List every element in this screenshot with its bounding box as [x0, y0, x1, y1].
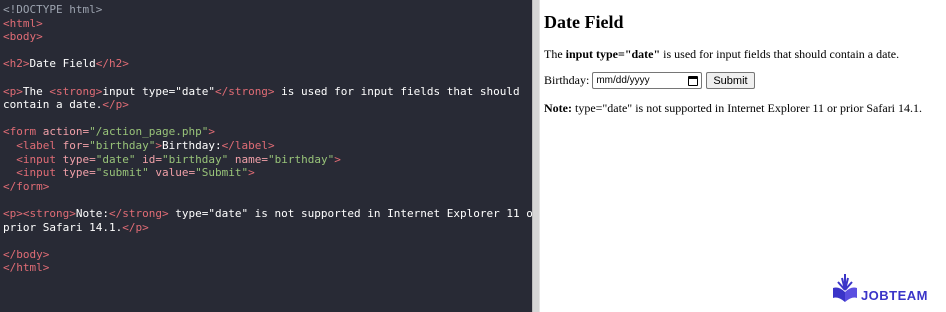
- code-line: </html>: [3, 261, 532, 275]
- preview-heading: Date Field: [544, 12, 624, 32]
- code-token: Note:: [75, 206, 109, 220]
- code-line: <p>The <strong>input type="date"</strong…: [3, 85, 532, 99]
- date-placeholder: mm/dd/yyyy: [596, 75, 650, 86]
- book-logo-icon: [832, 274, 857, 302]
- code-token: >: [208, 125, 215, 139]
- code-token: "Submit": [195, 166, 249, 180]
- note-paragraph: Note: type="date" is not supported in In…: [544, 101, 946, 116]
- code-line: contain a date.</p>: [3, 98, 532, 112]
- code-token: <!DOCTYPE html>: [3, 3, 103, 16]
- code-line: <input type="submit" value="Submit">: [3, 166, 532, 180]
- code-token: "submit": [95, 166, 149, 180]
- code-token: </form>: [3, 179, 50, 193]
- note-strong: Note:: [544, 101, 572, 115]
- code-token: for=: [56, 138, 90, 152]
- code-token: </label>: [221, 138, 275, 152]
- birthday-label: Birthday:: [544, 73, 590, 87]
- code-token: is used for input fields that should: [274, 84, 520, 98]
- code-token: Date Field: [29, 57, 96, 71]
- intro-paragraph: The input type="date" is used for input …: [544, 47, 946, 62]
- code-token: type=: [56, 166, 96, 180]
- tryit-window: <!DOCTYPE html> <html> <body> <h2>Date Fie…: [0, 0, 946, 312]
- code-token: prior Safari 14.1.: [3, 220, 123, 234]
- code-token: </strong>: [214, 84, 275, 98]
- code-line: <h2>Date Field</h2>: [3, 57, 532, 71]
- code-token: </html>: [3, 261, 50, 275]
- code-token: type=: [56, 152, 96, 166]
- pane-divider[interactable]: [532, 0, 540, 312]
- jobteam-logo: JOBTEAM: [831, 272, 928, 306]
- code-line: <label for="birthday">Birthday:</label>: [3, 139, 532, 153]
- code-line: <form action="/action_page.php">: [3, 125, 532, 139]
- code-token: >: [155, 138, 162, 152]
- code-token: <input: [16, 166, 56, 180]
- code-token: action=: [36, 125, 90, 139]
- code-line: <html>: [3, 17, 532, 31]
- code-line: </form>: [3, 180, 532, 194]
- code-token: "birthday": [162, 152, 229, 166]
- code-token: <p>: [3, 84, 23, 98]
- note-text: type="date" is not supported in Internet…: [571, 101, 923, 115]
- code-token: <p><strong>: [3, 206, 76, 220]
- birthday-form: Birthday: mm/dd/yyyy Submit: [544, 72, 946, 89]
- code-token: <label: [16, 138, 56, 152]
- code-token: </p>: [102, 98, 129, 112]
- code-token: contain a date.: [3, 98, 103, 112]
- code-token: value=: [148, 166, 196, 180]
- code-token: Birthday:: [161, 138, 222, 152]
- code-token: id=: [135, 152, 162, 166]
- code-line: prior Safari 14.1.</p>: [3, 221, 532, 235]
- code-token: "birthday": [89, 138, 156, 152]
- code-token: </p>: [122, 220, 149, 234]
- result-preview: Date Field The input type="date" is used…: [540, 0, 946, 312]
- code-line: <body>: [3, 30, 532, 44]
- code-token: </strong>: [108, 206, 169, 220]
- code-token: "/action_page.php": [89, 125, 209, 139]
- code-line: <input type="date" id="birthday" name="b…: [3, 153, 532, 167]
- code-token: </body>: [3, 247, 50, 261]
- intro-prefix: The: [544, 47, 566, 61]
- code-token: <html>: [3, 16, 43, 30]
- code-line: <!DOCTYPE html>: [3, 3, 532, 17]
- calendar-icon[interactable]: [688, 75, 699, 86]
- submit-button[interactable]: Submit: [706, 72, 755, 89]
- intro-strong: input type="date": [565, 47, 661, 61]
- code-editor[interactable]: <!DOCTYPE html> <html> <body> <h2>Date Fie…: [0, 0, 532, 312]
- code-token: <body>: [3, 30, 43, 44]
- code-line: <p><strong>Note:</strong> type="date" is…: [3, 207, 532, 221]
- code-token: "date": [95, 152, 136, 166]
- code-token: </h2>: [95, 57, 129, 71]
- code-token: <strong>: [49, 84, 103, 98]
- code-token: type="date" is not supported in Internet…: [168, 206, 532, 220]
- birthday-date-input[interactable]: mm/dd/yyyy: [592, 72, 703, 89]
- code-token: <input: [16, 152, 56, 166]
- logo-text: JOBTEAM: [860, 288, 928, 303]
- code-token: <form: [3, 125, 37, 139]
- code-token: input type="date": [102, 84, 215, 98]
- code-token: The: [22, 84, 50, 98]
- code-token: >: [248, 166, 255, 180]
- code-token: name=: [228, 152, 268, 166]
- code-token: <h2>: [3, 57, 30, 71]
- intro-suffix: is used for input fields that should con…: [660, 47, 900, 61]
- code-line: </body>: [3, 248, 532, 262]
- code-token: >: [334, 152, 341, 166]
- code-token: "birthday": [267, 152, 335, 166]
